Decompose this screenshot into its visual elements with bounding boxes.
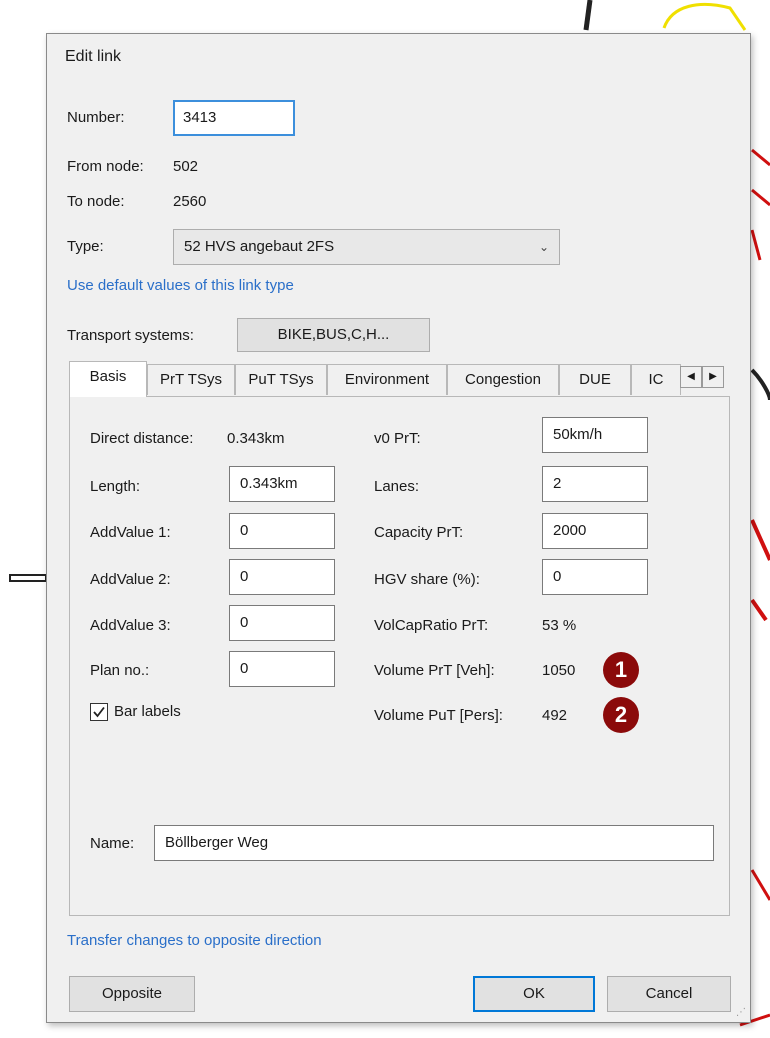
from-node-value: 502 bbox=[173, 158, 199, 175]
plan-no-label: Plan no.: bbox=[90, 662, 150, 679]
volume-prt-value: 1050 bbox=[542, 662, 576, 679]
v0-prt-input[interactable]: 50km/h bbox=[542, 417, 648, 453]
volcapratio-value: 53 % bbox=[542, 617, 577, 634]
addvalue2-label: AddValue 2: bbox=[90, 571, 171, 588]
from-node-label: From node: bbox=[67, 158, 144, 175]
addvalue3-label: AddValue 3: bbox=[90, 617, 171, 634]
cancel-button[interactable]: Cancel bbox=[607, 976, 731, 1012]
bar-labels-label: Bar labels bbox=[114, 703, 181, 720]
marker-2-badge: 2 bbox=[603, 697, 639, 733]
hgv-share-input[interactable]: 0 bbox=[542, 559, 648, 595]
dialog-title: Edit link bbox=[65, 48, 122, 65]
tab-scroll-right-icon[interactable]: ▶ bbox=[702, 366, 724, 388]
bar-labels-checkbox[interactable] bbox=[90, 703, 108, 721]
number-input[interactable]: 3413 bbox=[173, 100, 295, 136]
tab-environment[interactable]: Environment bbox=[327, 364, 447, 395]
capacity-prt-label: Capacity PrT: bbox=[374, 524, 464, 541]
transport-systems-button[interactable]: BIKE,BUS,C,H... bbox=[237, 318, 430, 352]
checkmark-icon bbox=[93, 706, 105, 718]
tab-put-tsys[interactable]: PuT TSys bbox=[235, 364, 327, 395]
volume-put-label: Volume PuT [Pers]: bbox=[374, 707, 503, 724]
lanes-input[interactable]: 2 bbox=[542, 466, 648, 502]
tab-ic[interactable]: IC bbox=[631, 364, 681, 395]
direct-distance-label: Direct distance: bbox=[90, 430, 194, 447]
basis-tab-panel: Direct distance: 0.343km Length: 0.343km… bbox=[69, 396, 730, 916]
tab-basis[interactable]: Basis bbox=[69, 361, 147, 397]
transfer-changes-link[interactable]: Transfer changes to opposite direction bbox=[67, 932, 322, 949]
ok-button[interactable]: OK bbox=[473, 976, 595, 1012]
addvalue1-label: AddValue 1: bbox=[90, 524, 171, 541]
length-input[interactable]: 0.343km bbox=[229, 466, 335, 502]
number-label: Number: bbox=[67, 109, 125, 126]
v0-prt-label: v0 PrT: bbox=[374, 430, 421, 447]
addvalue1-input[interactable]: 0 bbox=[229, 513, 335, 549]
addvalue3-input[interactable]: 0 bbox=[229, 605, 335, 641]
volume-put-value: 492 bbox=[542, 707, 568, 724]
type-dropdown[interactable]: 52 HVS angebaut 2FS ⌄ bbox=[173, 229, 560, 265]
to-node-label: To node: bbox=[67, 193, 125, 210]
tab-prt-tsys[interactable]: PrT TSys bbox=[147, 364, 235, 395]
volcapratio-label: VolCapRatio PrT: bbox=[374, 617, 489, 634]
to-node-value: 2560 bbox=[173, 193, 207, 210]
length-label: Length: bbox=[90, 478, 141, 495]
chevron-down-icon: ⌄ bbox=[538, 240, 549, 254]
marker-1-badge: 1 bbox=[603, 652, 639, 688]
tab-due[interactable]: DUE bbox=[559, 364, 631, 395]
tab-congestion[interactable]: Congestion bbox=[447, 364, 559, 395]
edit-link-dialog: Edit link Number: 3413 From node: 502 To… bbox=[46, 33, 751, 1023]
addvalue2-input[interactable]: 0 bbox=[229, 559, 335, 595]
hgv-share-label: HGV share (%): bbox=[374, 571, 480, 588]
direct-distance-value: 0.343km bbox=[227, 430, 285, 447]
tab-scroll-left-icon[interactable]: ◀ bbox=[680, 366, 702, 388]
lanes-label: Lanes: bbox=[374, 478, 420, 495]
volume-prt-label: Volume PrT [Veh]: bbox=[374, 662, 495, 679]
type-label: Type: bbox=[67, 238, 104, 255]
resize-grip-icon[interactable]: ⋰ bbox=[736, 1007, 746, 1018]
opposite-button[interactable]: Opposite bbox=[69, 976, 195, 1012]
use-default-values-link[interactable]: Use default values of this link type bbox=[67, 277, 294, 294]
capacity-prt-input[interactable]: 2000 bbox=[542, 513, 648, 549]
name-label: Name: bbox=[90, 835, 135, 852]
type-dropdown-value: 52 HVS angebaut 2FS bbox=[184, 238, 335, 255]
plan-no-input[interactable]: 0 bbox=[229, 651, 335, 687]
name-input[interactable]: Böllberger Weg bbox=[154, 825, 714, 861]
transport-systems-label: Transport systems: bbox=[67, 327, 194, 344]
